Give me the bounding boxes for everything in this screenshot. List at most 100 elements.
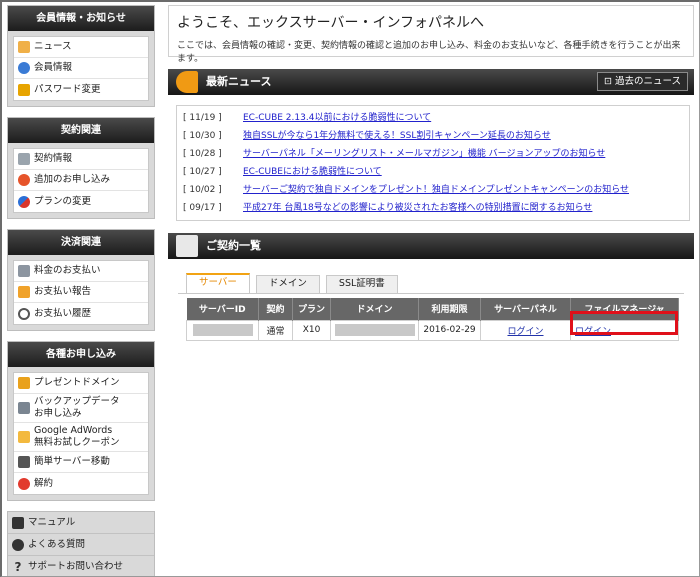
sidebar-item-add-order[interactable]: 追加のお申し込み [14, 170, 148, 191]
sidebar-item-label: よくある質問 [28, 538, 86, 550]
sidebar-item-server-move[interactable]: 簡単サーバー移動 [14, 452, 148, 473]
col-server-id: サーバーID [186, 298, 259, 320]
sidebar-item-pay-report[interactable]: お支払い報告 [14, 282, 148, 303]
news-date: [ 10/28 ] [183, 149, 222, 159]
sidebar-item-label: ニュース [34, 41, 72, 52]
news-date: [ 09/17 ] [183, 203, 222, 213]
sidebar-item-label: サポートお問い合わせ [28, 561, 124, 572]
redacted-block [192, 324, 253, 336]
sidebar-item-contract-info[interactable]: 契約情報 [14, 149, 148, 170]
news-icon [18, 41, 30, 53]
speech-icon [12, 538, 24, 551]
server-id-cell [186, 319, 259, 341]
list-item: [ 10/27 ] EC-CUBEにおける脆弱性について [183, 163, 683, 181]
sidebar-item-plan-change[interactable]: プランの変更 [14, 191, 148, 212]
sidebar-item-manual[interactable]: マニュアル [8, 512, 154, 534]
browser-frame: 会員情報・お知らせ ニュース 会員情報 パスワード変更 契約関連 契約情報 追加… [0, 0, 700, 577]
contract-tabs: サーバー ドメイン SSL証明書 [186, 273, 694, 293]
sidebar-item-pay-history[interactable]: お支払い履歴 [14, 303, 148, 324]
sidebar-item-backup[interactable]: バックアップデータ お申し込み [14, 394, 148, 423]
coupon-icon [18, 431, 30, 443]
sidebar-section-applications: 各種お申し込み プレゼントドメイン バックアップデータ お申し込み Google … [7, 341, 155, 501]
sidebar-item-label: バックアップデータ お申し込み [34, 396, 120, 419]
news-date: [ 11/19 ] [183, 113, 222, 123]
sidebar-item-label: 会員情報 [34, 62, 73, 73]
news-link[interactable]: EC-CUBE 2.13.4以前における脆弱性について [243, 109, 431, 127]
lock-icon [18, 83, 30, 96]
tab-server[interactable]: サーバー [186, 273, 250, 293]
sidebar-item-news[interactable]: ニュース [14, 37, 148, 58]
sidebar-item-present-domain[interactable]: プレゼントドメイン [14, 373, 148, 394]
report-icon [18, 286, 30, 298]
sidebar-item-faq[interactable]: よくある質問 [8, 534, 154, 556]
sidebar-item-label: 契約情報 [34, 153, 73, 164]
sidebar-item-support[interactable]: ? サポートお問い合わせ [8, 556, 154, 576]
sidebar-item-label: Google AdWords 無料お試しクーポン [34, 425, 120, 448]
sidebar-item-adwords[interactable]: Google AdWords 無料お試しクーポン [14, 423, 148, 452]
megaphone-icon [176, 71, 198, 93]
sidebar-item-label: お支払い履歴 [34, 307, 92, 319]
arrow-box-icon: ⊡ [603, 76, 615, 87]
sidebar-item-label: お支払い報告 [34, 286, 92, 297]
sidebar-section-title: 各種お申し込み [8, 342, 154, 367]
sidebar-section-title: 契約関連 [8, 118, 154, 143]
question-icon: ? [14, 560, 22, 574]
sidebar-item-label: プレゼントドメイン [34, 377, 120, 388]
sidebar-item-pay[interactable]: 料金のお支払い [14, 261, 148, 282]
notepad-icon [176, 235, 198, 257]
past-news-button[interactable]: ⊡ 過去のニュース [596, 72, 688, 91]
redacted-block [334, 324, 415, 336]
sidebar-item-password[interactable]: パスワード変更 [14, 79, 148, 100]
news-list: [ 11/19 ] EC-CUBE 2.13.4以前における脆弱性について [ … [176, 105, 690, 221]
col-contract: 契約 [258, 298, 293, 320]
cancel-icon [18, 477, 30, 490]
plus-icon [18, 174, 30, 186]
sidebar-section-member: 会員情報・お知らせ ニュース 会員情報 パスワード変更 [7, 5, 155, 107]
contract-cell: 通常 [258, 319, 293, 341]
news-date: [ 10/30 ] [183, 131, 222, 141]
server-panel-login-link[interactable]: ログイン [507, 327, 543, 337]
news-link[interactable]: 平成27年 台風18号などの影響により被災されたお客様への特別措置に関するお知ら… [243, 199, 592, 217]
page-title: ようこそ、エックスサーバー・インフォパネルへ [177, 15, 485, 31]
contract-icon [18, 153, 30, 165]
sidebar-item-cancel[interactable]: 解約 [14, 473, 148, 494]
contracts-title: ご契約一覧 [206, 239, 261, 252]
sidebar-item-label: プランの変更 [34, 195, 92, 207]
gift-icon [18, 377, 30, 389]
sidebar-item-label: 料金のお支払い [34, 265, 101, 276]
calculator-icon [18, 265, 30, 277]
sidebar-section-contract: 契約関連 契約情報 追加のお申し込み プランの変更 [7, 117, 155, 219]
list-item: [ 11/19 ] EC-CUBE 2.13.4以前における脆弱性について [183, 109, 683, 127]
sidebar-item-label: 簡単サーバー移動 [34, 456, 110, 467]
sidebar: 会員情報・お知らせ ニュース 会員情報 パスワード変更 契約関連 契約情報 追加… [7, 5, 155, 576]
list-item: [ 10/02 ] サーバーご契約で独自ドメインをプレゼント！独自ドメインプレゼ… [183, 181, 683, 199]
highlight-box [570, 311, 678, 335]
sidebar-item-label: マニュアル [28, 516, 76, 528]
news-header: 最新ニュース ⊡ 過去のニュース [168, 69, 694, 95]
sidebar-item-label: 追加のお申し込み [34, 174, 111, 185]
sidebar-section-payment: 決済関連 料金のお支払い お支払い報告 お支払い履歴 [7, 229, 155, 331]
sidebar-help-links: マニュアル よくある質問 ? サポートお問い合わせ [7, 511, 155, 576]
news-link[interactable]: 独自SSLが今なら1年分無料で使える！SSL割引キャンペーン延長のお知らせ [243, 127, 551, 145]
col-domain: ドメイン [330, 298, 419, 320]
clock-icon [18, 307, 30, 320]
news-link[interactable]: EC-CUBEにおける脆弱性について [243, 163, 382, 181]
list-item: [ 09/17 ] 平成27年 台風18号などの影響により被災されたお客様への特… [183, 199, 683, 217]
welcome-box: ようこそ、エックスサーバー・インフォパネルへ ここでは、会員情報の確認・変更、契… [168, 5, 694, 64]
news-date: [ 10/27 ] [183, 167, 222, 177]
list-item: [ 10/30 ] 独自SSLが今なら1年分無料で使える！SSL割引キャンペーン… [183, 127, 683, 145]
tab-ssl[interactable]: SSL証明書 [325, 275, 398, 293]
server-move-icon [18, 456, 30, 468]
server-panel-cell: ログイン [480, 319, 571, 341]
news-link[interactable]: サーバーご契約で独自ドメインをプレゼント！独自ドメインプレゼントキャンペーンのお… [243, 181, 629, 199]
col-expiry: 利用期限 [418, 298, 481, 320]
sidebar-item-member-info[interactable]: 会員情報 [14, 58, 148, 79]
sidebar-section-title: 決済関連 [8, 230, 154, 255]
sidebar-item-label: 解約 [34, 477, 54, 489]
refresh-icon [18, 195, 30, 208]
plan-cell: X10 [292, 319, 331, 341]
news-date: [ 10/02 ] [183, 185, 222, 195]
news-title: 最新ニュース [206, 75, 272, 88]
news-link[interactable]: サーバーパネル「メーリングリスト・メールマガジン」機能 バージョンアップのお知ら… [243, 145, 605, 163]
tab-domain[interactable]: ドメイン [255, 275, 320, 293]
